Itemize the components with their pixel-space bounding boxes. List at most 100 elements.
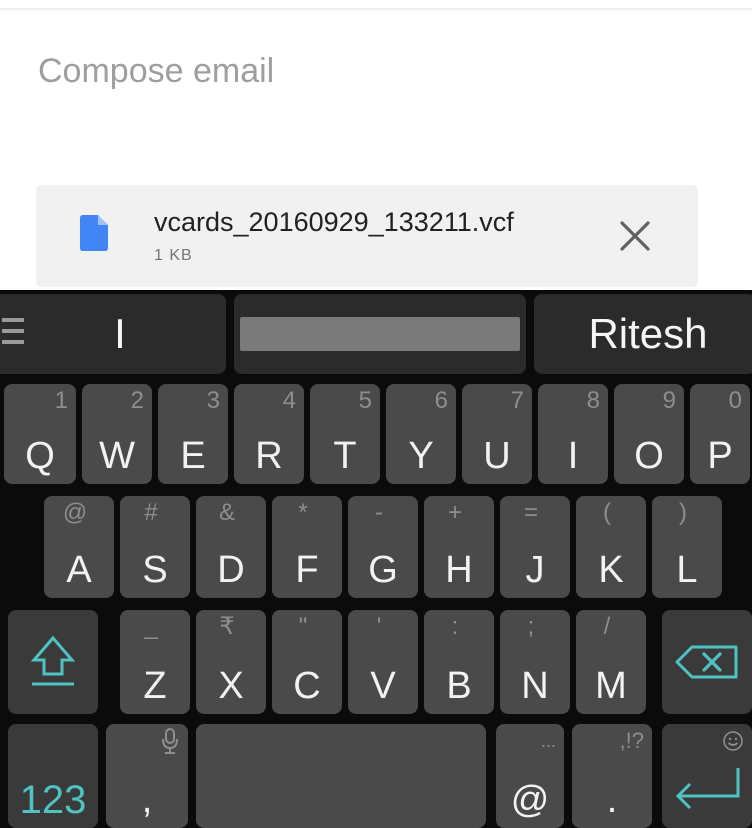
key-b[interactable]: :B [424, 610, 494, 714]
key-i[interactable]: 8I [538, 384, 608, 484]
key-hint: 3 [206, 387, 220, 414]
key-hint: 5 [358, 387, 372, 414]
key-c[interactable]: " C [272, 610, 342, 714]
key-hint: 0 [728, 387, 742, 414]
key-label: E [180, 435, 206, 477]
keyboard: I Ritesh 1Q 2W 3E 4R 5T 6Y 7U 8I 9O 0P @… [0, 290, 752, 828]
key-label: I [567, 435, 579, 477]
attachment-file-name: vcards_20160929_133211.vcf [154, 207, 514, 237]
key-label: Z [143, 665, 167, 707]
key-label: R [255, 435, 283, 477]
key-hint: ; [527, 613, 535, 640]
key-w[interactable]: 2W [82, 384, 152, 484]
key-hint: ( [603, 499, 611, 526]
key-r[interactable]: 4R [234, 384, 304, 484]
key-label: Y [408, 435, 434, 477]
key-label: F [295, 549, 319, 591]
key-label: T [333, 435, 357, 477]
key-label: J [525, 549, 545, 591]
key-label: P [707, 435, 733, 477]
emoji-icon [723, 731, 743, 751]
spacebar[interactable] [196, 724, 486, 828]
comma-key[interactable]: , [106, 724, 188, 828]
shift-icon [30, 635, 76, 686]
key-label: L [676, 549, 698, 591]
key-e[interactable]: 3E [158, 384, 228, 484]
suggestion-middle[interactable] [234, 294, 526, 374]
key-label: W [99, 435, 135, 477]
key-u[interactable]: 7U [462, 384, 532, 484]
suggestion-word: I [114, 310, 126, 357]
compose-email-field[interactable]: Compose email [38, 52, 274, 91]
key-a[interactable]: @ A [44, 496, 114, 598]
key-h[interactable]: + H [424, 496, 494, 598]
key-hint: ) [679, 499, 687, 526]
key-label: D [217, 549, 245, 591]
key-q[interactable]: 1Q [4, 384, 76, 484]
key-hint: * [298, 499, 308, 526]
backspace-key[interactable] [662, 610, 752, 714]
key-hint: # [144, 499, 158, 526]
key-g[interactable]: -G [348, 496, 418, 598]
attachment-file-size: 1 KB [154, 247, 193, 264]
key-z[interactable]: _ Z [120, 610, 190, 714]
key-hint: @ [62, 499, 88, 526]
suggestion-word: Ritesh [588, 310, 708, 357]
key-label: H [445, 549, 473, 591]
key-k[interactable]: (K [576, 496, 646, 598]
key-hint: ' [376, 613, 382, 640]
backspace-icon [675, 645, 738, 679]
key-label: O [634, 435, 664, 477]
key-label: . [606, 779, 618, 821]
key-n[interactable]: ; N [500, 610, 570, 714]
key-label: @ [510, 779, 550, 821]
attachment-card[interactable]: vcards_20160929_133211.vcf 1 KB [36, 185, 698, 287]
key-label: Q [25, 435, 55, 477]
key-label: U [483, 435, 511, 477]
key-j[interactable]: = J [500, 496, 570, 598]
key-hint: = [523, 499, 538, 526]
document-icon [80, 215, 108, 251]
key-label: K [598, 549, 624, 591]
key-hint: 9 [662, 387, 676, 414]
key-hint: 8 [586, 387, 600, 414]
period-key[interactable]: ,!?. [572, 724, 652, 828]
key-label: M [595, 665, 627, 707]
microphone-icon [162, 728, 178, 754]
key-s[interactable]: # S [120, 496, 190, 598]
key-label: X [218, 665, 244, 707]
key-hint: ... [540, 731, 556, 751]
key-l[interactable]: ) L [652, 496, 722, 598]
suggestion-placeholder-bar [240, 317, 520, 351]
key-hint: 2 [130, 387, 144, 414]
key-t[interactable]: 5T [310, 384, 380, 484]
close-icon[interactable] [614, 215, 656, 257]
key-label: G [368, 549, 398, 591]
menu-icon[interactable] [2, 318, 24, 344]
key-label: B [446, 665, 472, 707]
key-m[interactable]: / M [576, 610, 646, 714]
suggestion-right[interactable]: Ritesh [534, 294, 752, 374]
key-label: 123 [19, 778, 87, 822]
key-f[interactable]: * F [272, 496, 342, 598]
key-hint: 6 [434, 387, 448, 414]
key-d[interactable]: & D [196, 496, 266, 598]
key-v[interactable]: ' V [348, 610, 418, 714]
top-divider [0, 8, 752, 10]
suggestion-left[interactable]: I [0, 294, 226, 374]
key-p[interactable]: 0P [690, 384, 750, 484]
key-label: N [521, 665, 549, 707]
key-hint: & [218, 499, 235, 526]
key-label: V [370, 665, 396, 707]
shift-key[interactable] [8, 610, 98, 714]
numbers-key[interactable]: 123 [8, 724, 98, 828]
key-y[interactable]: 6Y [386, 384, 456, 484]
key-label: , [141, 779, 153, 821]
key-label: C [293, 665, 321, 707]
key-hint: 1 [54, 387, 68, 414]
key-x[interactable]: ₹ X [196, 610, 266, 714]
key-hint: 7 [510, 387, 524, 414]
key-o[interactable]: 9O [614, 384, 684, 484]
at-key[interactable]: ... @ [496, 724, 564, 828]
enter-key[interactable] [662, 724, 752, 828]
